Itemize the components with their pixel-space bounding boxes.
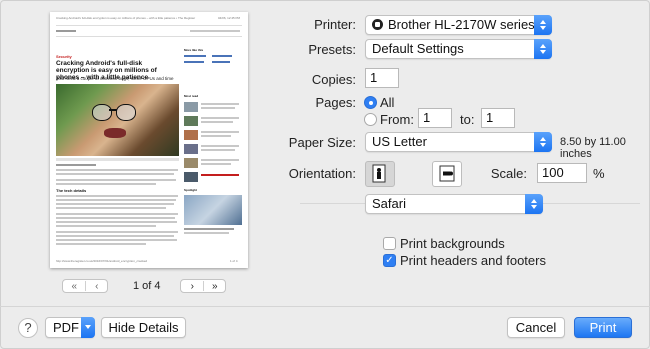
pages-from-field[interactable]: 1 [418,108,452,128]
page-nav-back-group: « ‹ [62,279,108,293]
chevron-updown-icon [534,39,552,59]
pages-all-radio[interactable] [364,96,377,109]
portrait-icon [372,164,386,183]
chevron-updown-icon [534,132,552,152]
orientation-portrait-button[interactable] [365,161,395,187]
previous-page-button[interactable]: ‹ [86,281,108,292]
presets-popup[interactable]: Default Settings [365,39,552,59]
app-settings-value: Safari [372,196,406,211]
printer-popup[interactable]: Brother HL-2170W series [365,15,552,35]
print-backgrounds-label: Print backgrounds [400,236,505,251]
pages-to-label: to: [460,112,475,127]
paper-size-popup[interactable]: US Letter [365,132,552,152]
printer-icon [372,19,383,30]
orientation-landscape-button[interactable] [432,161,462,187]
cancel-button[interactable]: Cancel [507,317,565,338]
preview-section: Security [56,54,72,59]
copies-label: Copies: [311,72,356,87]
print-backgrounds-checkbox[interactable] [383,237,396,250]
pages-label: Pages: [315,95,356,110]
paper-size-dimensions: 8.50 by 11.00 inches [560,136,626,160]
preview-browser-title: Cracking Android's full-disk encryption … [56,16,196,20]
landscape-icon [439,165,455,182]
preview-footer-url: http://www.theregister.co.uk/2016/07/01/… [56,259,148,263]
preview-browser-date: 04/06, 12:45 PM [218,16,241,20]
scale-label: Scale: [490,166,527,181]
next-page-button[interactable]: › [181,281,203,292]
pages-from-radio[interactable] [364,113,377,126]
preview-page-label: 1 of 4 [230,259,238,263]
scale-field[interactable]: 100 [537,163,587,183]
scale-unit: % [593,166,605,181]
pdf-menu-button[interactable]: PDF [45,317,95,338]
presets-value: Default Settings [372,41,464,56]
printer-value: Brother HL-2170W series [388,17,535,32]
app-settings-popup[interactable]: Safari [365,194,543,214]
chevron-updown-icon [534,15,552,35]
print-button[interactable]: Print [574,317,632,338]
presets-label: Presets: [308,42,356,57]
print-preview-page: Cracking Android's full-disk encryption … [50,12,248,268]
pages-from-label: From: [380,112,414,127]
page-indicator: 1 of 4 [133,280,161,292]
first-page-button[interactable]: « [63,281,85,292]
paper-size-value: US Letter [372,134,427,149]
pages-to-field[interactable]: 1 [481,108,515,128]
preview-most-read: Most read [184,94,199,98]
print-headers-footers-checkbox[interactable]: ✓ [383,254,396,267]
footer-divider [0,306,650,307]
paper-size-label: Paper Size: [288,135,356,150]
help-button[interactable]: ? [18,318,38,338]
chevron-down-icon [81,317,95,338]
orientation-label: Orientation: [288,166,356,181]
chevron-updown-icon [525,194,543,214]
hide-details-button[interactable]: Hide Details [101,317,186,338]
preview-more-like-this: More like this [184,48,204,52]
print-headers-footers-label: Print headers and footers [400,253,546,268]
preview-article-image [56,84,179,156]
copies-field[interactable]: 1 [365,68,399,88]
preview-subhead: Just need a couple of common bugs, some … [56,76,174,81]
preview-spotlight: Spotlight [184,188,197,192]
pages-all-label: All [380,95,395,110]
last-page-button[interactable]: » [204,281,226,292]
preview-spotlight-image [184,195,242,225]
pdf-label: PDF [53,320,79,335]
printer-label: Printer: [314,17,356,32]
page-nav-forward-group: › » [180,279,226,293]
preview-tech-details: The tech details [56,188,87,193]
